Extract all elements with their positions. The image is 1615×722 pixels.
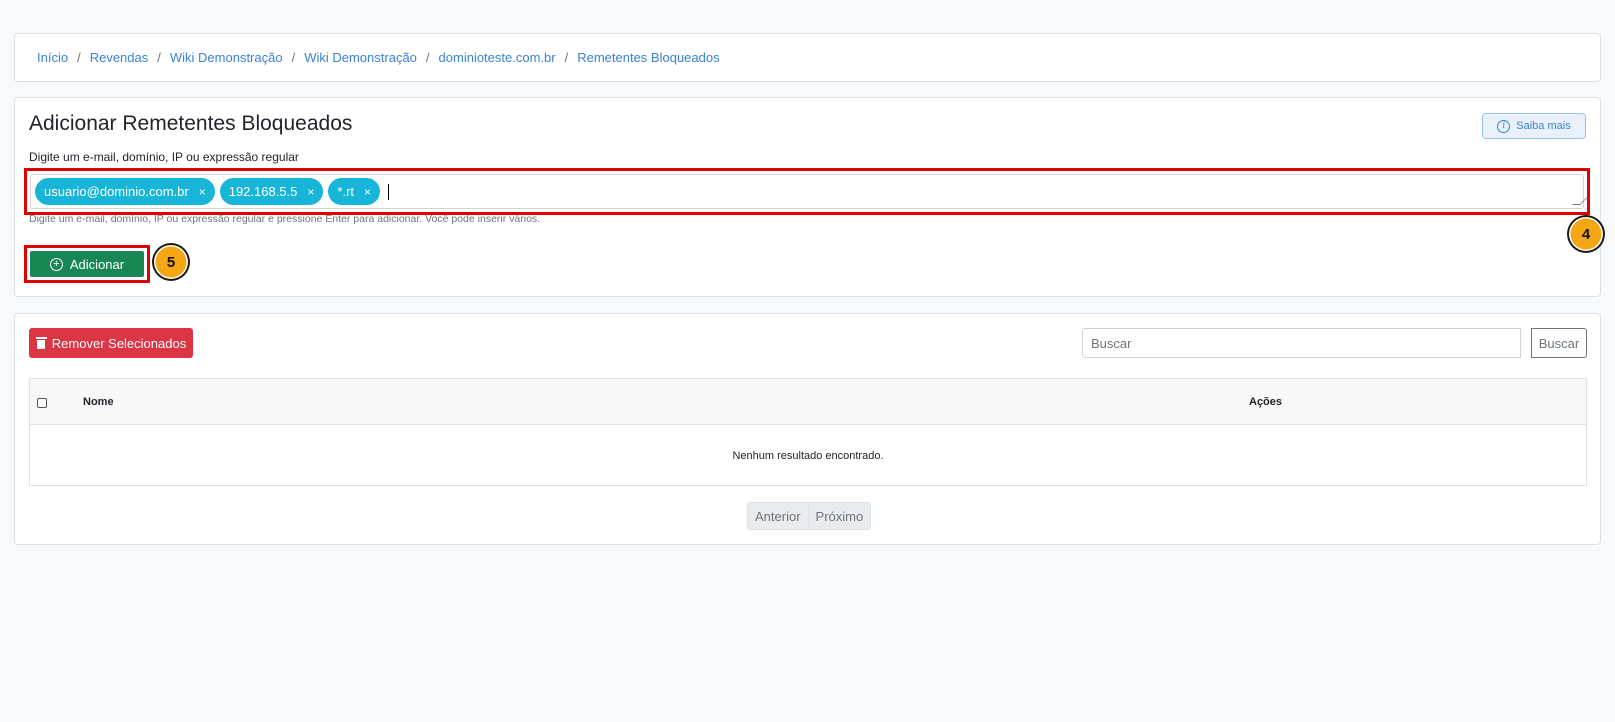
tag-chip: usuario@dominio.com.br × bbox=[35, 178, 215, 205]
breadcrumb: Início / Revendas / Wiki Demonstração / … bbox=[37, 50, 720, 65]
breadcrumb-inicio[interactable]: Início bbox=[37, 50, 68, 65]
breadcrumb-card: Início / Revendas / Wiki Demonstração / … bbox=[14, 33, 1601, 82]
column-header-acoes: Ações bbox=[1249, 396, 1283, 408]
pagination: Anterior Próximo bbox=[747, 502, 872, 530]
add-blocked-senders-card: Adicionar Remetentes Bloqueados i Saiba … bbox=[14, 97, 1604, 297]
trash-icon bbox=[35, 337, 47, 349]
info-icon: i bbox=[1497, 119, 1511, 133]
breadcrumb-remetentes-bloqueados[interactable]: Remetentes Bloqueados bbox=[577, 50, 719, 65]
add-button[interactable]: + Adicionar bbox=[30, 251, 144, 277]
add-button-label: Adicionar bbox=[69, 256, 125, 272]
breadcrumb-wiki-demonstracao-1[interactable]: Wiki Demonstração bbox=[170, 50, 283, 65]
tag-remove-icon[interactable]: × bbox=[307, 185, 314, 199]
tag-remove-icon[interactable]: × bbox=[364, 185, 371, 199]
resize-handle-icon[interactable] bbox=[1572, 197, 1588, 205]
breadcrumb-separator: / bbox=[291, 50, 296, 65]
tag-chip: *.rt × bbox=[328, 178, 381, 205]
breadcrumb-separator: / bbox=[77, 50, 81, 65]
tag-label: usuario@dominio.com.br bbox=[44, 184, 189, 199]
search-button[interactable]: Buscar bbox=[1531, 328, 1587, 358]
breadcrumb-wiki-demonstracao-2[interactable]: Wiki Demonstração bbox=[304, 50, 417, 65]
empty-table-message: Nenhum resultado encontrado. bbox=[732, 449, 884, 462]
tag-label: *.rt bbox=[337, 184, 355, 199]
search-input[interactable] bbox=[1082, 328, 1521, 358]
page-title: Adicionar Remetentes Bloqueados bbox=[29, 112, 353, 135]
tag-remove-icon[interactable]: × bbox=[199, 185, 206, 199]
tag-chip: 192.168.5.5 × bbox=[219, 178, 324, 205]
plus-circle-icon: + bbox=[49, 257, 63, 271]
breadcrumb-separator: / bbox=[425, 50, 430, 65]
step-badge-5: 5 bbox=[153, 244, 189, 280]
column-header-nome[interactable]: Nome bbox=[83, 396, 114, 408]
tag-label: 192.168.5.5 bbox=[228, 184, 298, 199]
table-header: Nome Ações bbox=[30, 379, 1586, 425]
sender-tags-input[interactable]: usuario@dominio.com.br × 192.168.5.5 × *… bbox=[30, 174, 1588, 209]
add-button-highlight-box: + Adicionar bbox=[24, 245, 150, 283]
step-badge-4: 4 bbox=[1568, 216, 1604, 252]
breadcrumb-revendas[interactable]: Revendas bbox=[90, 50, 149, 65]
input-help-text: Digite um e-mail, domínio, IP ou express… bbox=[29, 213, 541, 225]
saiba-mais-label: Saiba mais bbox=[1516, 120, 1571, 132]
text-caret bbox=[388, 183, 390, 200]
previous-page-button[interactable]: Anterior bbox=[748, 503, 808, 529]
input-label: Digite um e-mail, domínio, IP ou express… bbox=[29, 150, 299, 164]
select-all-checkbox[interactable] bbox=[37, 398, 47, 408]
blocked-senders-list-card: Remover Selecionados Buscar Nome Ações N… bbox=[14, 313, 1601, 545]
saiba-mais-button[interactable]: i Saiba mais bbox=[1482, 113, 1586, 139]
breadcrumb-separator: / bbox=[564, 50, 569, 65]
remove-selected-button[interactable]: Remover Selecionados bbox=[29, 328, 193, 358]
senders-table: Nome Ações Nenhum resultado encontrado. bbox=[29, 378, 1587, 486]
breadcrumb-domain[interactable]: dominioteste.com.br bbox=[439, 50, 556, 65]
next-page-button[interactable]: Próximo bbox=[807, 503, 871, 529]
breadcrumb-separator: / bbox=[157, 50, 161, 65]
remove-selected-label: Remover Selecionados bbox=[51, 335, 187, 351]
input-highlight-box: usuario@dominio.com.br × 192.168.5.5 × *… bbox=[24, 168, 1590, 215]
